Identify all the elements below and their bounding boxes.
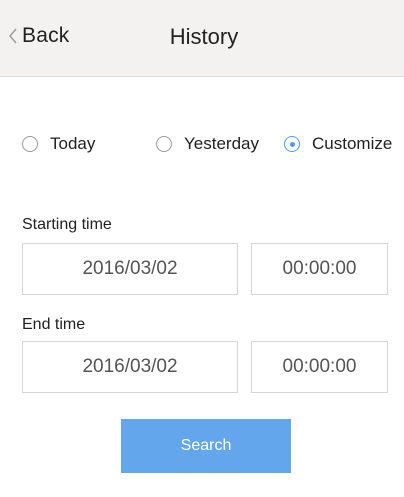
radio-today-label: Today: [50, 134, 96, 153]
page-title: History: [0, 24, 404, 50]
radio-customize-circle[interactable]: [284, 136, 300, 152]
header-bar: Back History: [0, 0, 404, 77]
start-time-field[interactable]: 00:00:00: [251, 243, 388, 295]
radio-yesterday-circle[interactable]: [156, 136, 172, 152]
radio-yesterday-label: Yesterday: [184, 134, 259, 153]
range-radio-group: Today Yesterday Customize: [0, 134, 404, 158]
radio-customize[interactable]: Customize: [284, 134, 392, 154]
radio-today[interactable]: Today: [22, 134, 95, 154]
search-button[interactable]: Search: [121, 419, 291, 473]
page-title-text: History: [169, 24, 239, 49]
end-date-field[interactable]: 2016/03/02: [22, 341, 238, 393]
end-time-field[interactable]: 00:00:00: [251, 341, 388, 393]
radio-today-circle[interactable]: [22, 136, 38, 152]
start-date-field[interactable]: 2016/03/02: [22, 243, 238, 295]
radio-customize-label: Customize: [312, 134, 393, 153]
start-time-label: Starting time: [22, 216, 112, 233]
end-time-label: End time: [22, 316, 86, 333]
radio-yesterday[interactable]: Yesterday: [156, 134, 259, 154]
